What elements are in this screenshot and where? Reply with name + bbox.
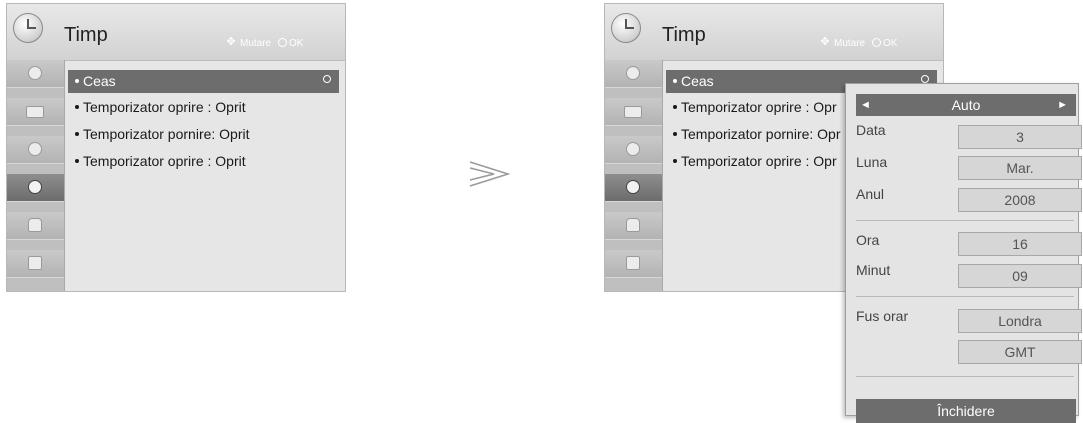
audio-icon (28, 142, 42, 156)
option-icon (28, 256, 42, 270)
select-indicator-icon (921, 75, 929, 83)
divider (856, 220, 1074, 221)
minute-field[interactable]: 09 (958, 264, 1082, 288)
menu-option-off-timer-2[interactable]: Temporizator oprire : Opr (666, 150, 837, 173)
sidebar-item-audio[interactable] (605, 136, 662, 164)
clock-icon (13, 13, 43, 43)
ok-icon (872, 38, 881, 47)
sidebar-item-option[interactable] (605, 250, 662, 278)
picture-icon (28, 66, 42, 80)
menu-header: Timp ✥ Mutare OK (7, 4, 345, 61)
move-arrows-icon: ✥ (226, 36, 236, 48)
option-icon (626, 256, 640, 270)
sidebar-item-lock[interactable] (605, 212, 662, 240)
menu-option-on-timer[interactable]: Temporizator pornire: Opr (666, 123, 841, 146)
hint-ok: OK (289, 38, 304, 49)
lock-icon (28, 218, 42, 232)
bullet-icon (75, 132, 79, 137)
timezone-field[interactable]: Londra (958, 309, 1082, 333)
arrow-right-icon[interactable]: ► (1057, 94, 1068, 116)
hint-move: Mutare (240, 38, 272, 49)
month-field[interactable]: Mar. (958, 156, 1082, 180)
bullet-icon (673, 159, 677, 164)
year-label: Anul (856, 186, 885, 202)
bullet-icon (673, 105, 677, 110)
bullet-icon (75, 79, 79, 84)
select-indicator-icon (323, 75, 331, 83)
menu-option-clock[interactable]: Ceas (68, 70, 339, 93)
date-field[interactable]: 3 (958, 125, 1082, 149)
ok-icon (278, 38, 287, 47)
divider (856, 296, 1074, 297)
option-label: Temporizator pornire: Opr (681, 126, 841, 142)
sidebar-item-option[interactable] (7, 250, 64, 278)
menu-header: Timp ✥ Mutare OK (605, 4, 943, 61)
close-button[interactable]: Închidere (856, 399, 1076, 423)
menu-option-off-timer[interactable]: Temporizator oprire : Oprit (68, 96, 246, 119)
menu-option-off-timer[interactable]: Temporizator oprire : Opr (666, 96, 837, 119)
mode-selector[interactable]: ◄ Auto ► (856, 94, 1076, 116)
audio-icon (626, 142, 640, 156)
option-label: Temporizator oprire : Oprit (83, 99, 246, 115)
move-arrows-icon: ✥ (820, 36, 830, 48)
sidebar-item-time[interactable] (7, 174, 64, 202)
bullet-icon (75, 105, 79, 110)
bullet-icon (673, 79, 677, 84)
category-sidebar (7, 60, 65, 291)
timezone-label: Fus orar (856, 308, 909, 324)
bullet-icon (75, 159, 79, 164)
hour-field[interactable]: 16 (958, 232, 1082, 256)
hint-move: Mutare (834, 38, 866, 49)
left-time-menu: Timp ✥ Mutare OK Ceas Temporizator oprir… (6, 3, 346, 292)
sidebar-item-lock[interactable] (7, 212, 64, 240)
sidebar-item-audio[interactable] (7, 136, 64, 164)
transition-arrow-icon (469, 161, 511, 187)
option-label: Temporizator oprire : Opr (681, 99, 837, 115)
year-field[interactable]: 2008 (958, 188, 1082, 212)
hour-label: Ora (856, 232, 880, 248)
tv-icon (624, 106, 642, 118)
menu-title: Timp (662, 24, 706, 46)
option-label: Temporizator oprire : Opr (681, 153, 837, 169)
category-sidebar (605, 60, 663, 291)
clock-icon (28, 180, 42, 194)
option-label: Temporizator oprire : Oprit (83, 153, 246, 169)
sidebar-item-picture[interactable] (605, 60, 662, 88)
sidebar-item-picture[interactable] (7, 60, 64, 88)
clock-settings-popup: ◄ Auto ► Data 3 Luna Mar. Anul 2008 Ora … (845, 83, 1082, 423)
clock-icon (611, 13, 641, 43)
tv-icon (26, 106, 44, 118)
divider (856, 376, 1074, 377)
picture-icon (626, 66, 640, 80)
mode-value: Auto (951, 97, 981, 113)
date-label: Data (856, 122, 886, 138)
sidebar-item-time[interactable] (605, 174, 662, 202)
minute-label: Minut (856, 262, 891, 278)
menu-option-off-timer-2[interactable]: Temporizator oprire : Oprit (68, 150, 246, 173)
lock-icon (626, 218, 640, 232)
sidebar-item-screen[interactable] (7, 98, 64, 126)
clock-icon (626, 180, 640, 194)
sidebar-item-screen[interactable] (605, 98, 662, 126)
option-label: Temporizator pornire: Oprit (83, 126, 250, 142)
option-label: Ceas (681, 73, 714, 89)
hint-ok: OK (883, 38, 898, 49)
menu-title: Timp (64, 24, 108, 46)
option-label: Ceas (83, 73, 116, 89)
bullet-icon (673, 132, 677, 137)
gmt-field[interactable]: GMT (958, 340, 1082, 364)
month-label: Luna (856, 154, 888, 170)
menu-option-on-timer[interactable]: Temporizator pornire: Oprit (68, 123, 250, 146)
